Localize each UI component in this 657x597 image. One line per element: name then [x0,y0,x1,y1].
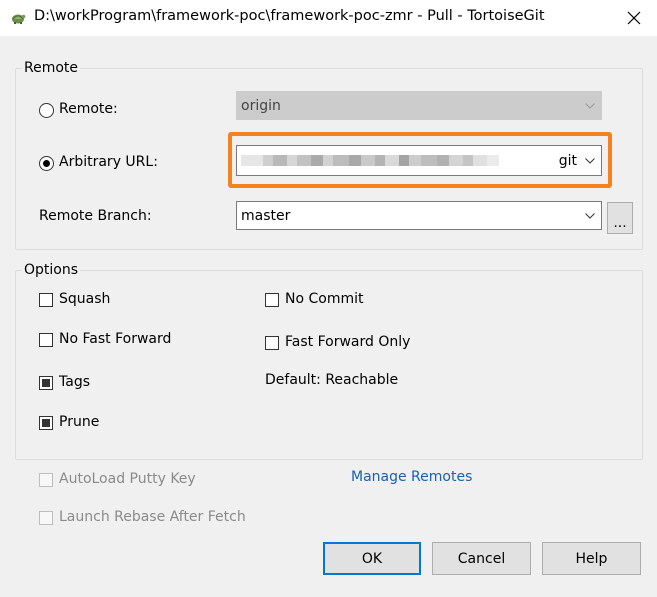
remote-group-legend: Remote [24,60,79,76]
tags-default-text: Default: Reachable [265,372,399,388]
prune-label[interactable]: Prune [59,414,99,430]
remote-branch-label: Remote Branch: [39,208,152,224]
no-fast-forward-checkbox[interactable] [39,333,53,347]
remote-branch-value: master [241,207,291,224]
remote-select: origin [236,91,602,120]
ok-button[interactable]: OK [323,542,421,575]
no-commit-checkbox[interactable] [265,293,279,307]
tags-label[interactable]: Tags [59,374,90,390]
remote-branch-select[interactable]: master [236,201,602,230]
url-suffix: git [558,152,577,169]
redacted-url-text [241,155,499,166]
no-fast-forward-label[interactable]: No Fast Forward [59,331,171,347]
chevron-down-icon[interactable] [585,157,595,164]
remote-radio[interactable] [39,103,54,118]
launch-rebase-checkbox [39,511,53,525]
autoload-putty-key-checkbox [39,473,53,487]
arbitrary-url-input[interactable]: git [236,145,602,176]
tortoisegit-icon [12,14,26,24]
no-commit-label[interactable]: No Commit [285,291,363,307]
autoload-putty-key-label: AutoLoad Putty Key [59,471,196,487]
launch-rebase-label: Launch Rebase After Fetch [59,509,246,525]
remote-select-value: origin [241,97,281,114]
options-group-legend: Options [24,262,79,278]
arbitrary-url-radio-label[interactable]: Arbitrary URL: [59,154,158,170]
cancel-button[interactable]: Cancel [432,542,531,575]
squash-label[interactable]: Squash [59,291,110,307]
prune-checkbox[interactable] [39,416,53,430]
fast-forward-only-checkbox[interactable] [265,336,279,350]
chevron-down-icon [585,102,595,109]
arbitrary-url-radio[interactable] [39,156,54,171]
chevron-down-icon[interactable] [585,212,595,219]
browse-branch-label: ... [613,215,627,231]
help-button[interactable]: Help [542,542,641,575]
title-bar: D:\workProgram\framework-poc\framework-p… [0,0,657,36]
manage-remotes-link[interactable]: Manage Remotes [351,469,472,485]
close-button[interactable] [611,0,657,36]
remote-radio-label[interactable]: Remote: [59,101,118,117]
squash-checkbox[interactable] [39,293,53,307]
close-icon [627,11,641,25]
browse-branch-button[interactable]: ... [607,202,633,234]
window-title: D:\workProgram\framework-poc\framework-p… [34,8,545,24]
fast-forward-only-label[interactable]: Fast Forward Only [285,334,410,350]
tags-checkbox[interactable] [39,376,53,390]
